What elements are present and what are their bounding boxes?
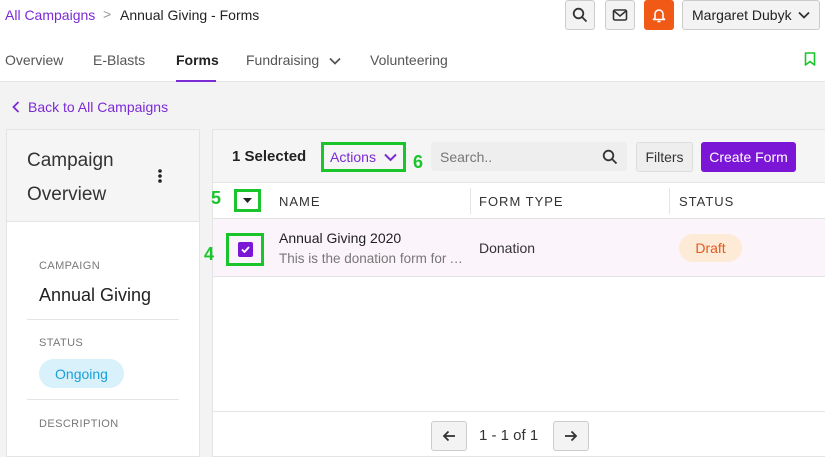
forms-panel: 1 Selected Actions 6 Filters Create Form… — [212, 129, 825, 457]
arrow-left-icon — [442, 430, 455, 442]
tab-forms[interactable]: Forms — [176, 52, 219, 68]
row-checkbox[interactable] — [226, 233, 264, 266]
user-name: Margaret Dubyk — [692, 7, 792, 23]
column-divider — [470, 188, 471, 214]
chevron-down-icon — [384, 153, 397, 161]
divider — [27, 319, 179, 320]
table-row[interactable]: Annual Giving 2020 This is the donation … — [213, 219, 825, 277]
divider — [213, 411, 825, 412]
search-icon[interactable] — [602, 149, 618, 165]
next-page-button[interactable] — [553, 421, 589, 451]
caret-down-icon — [243, 198, 252, 203]
status-badge: Draft — [679, 234, 742, 262]
breadcrumb-all-campaigns[interactable]: All Campaigns — [5, 7, 95, 23]
back-link-label: Back to All Campaigns — [28, 99, 169, 115]
column-header-status[interactable]: STATUS — [679, 194, 734, 209]
bell-icon — [652, 9, 666, 23]
checkbox-checked — [237, 242, 253, 257]
selected-count: 1 Selected — [232, 148, 307, 165]
annotation-number-4: 4 — [204, 244, 215, 264]
column-header-name[interactable]: NAME — [279, 194, 321, 209]
panel-title: Campaign Overview — [27, 150, 114, 205]
back-to-campaigns-link[interactable]: Back to All Campaigns — [12, 99, 168, 115]
search-input[interactable] — [432, 143, 597, 170]
chevron-down-icon — [797, 11, 810, 19]
tab-overview[interactable]: Overview — [5, 52, 63, 68]
user-menu-button[interactable]: Margaret Dubyk — [682, 0, 820, 30]
tab-fundraising[interactable]: Fundraising — [246, 52, 341, 68]
chevron-down-icon — [329, 57, 341, 65]
mail-icon — [612, 9, 628, 21]
breadcrumb-current: Annual Giving - Forms — [120, 7, 260, 23]
description-label: DESCRIPTION — [39, 418, 119, 430]
filters-button[interactable]: Filters — [636, 142, 693, 172]
tab-fundraising-label: Fundraising — [246, 52, 320, 68]
actions-label: Actions — [330, 149, 376, 165]
status-badge: Ongoing — [39, 359, 124, 388]
panel-header: Campaign Overview — [7, 130, 199, 222]
annotation-number-5: 5 — [211, 188, 222, 208]
create-form-button[interactable]: Create Form — [701, 142, 796, 172]
select-all-dropdown[interactable] — [234, 189, 261, 212]
top-bar: All Campaigns > Annual Giving - Forms Ma… — [0, 0, 825, 36]
status-label: STATUS — [39, 337, 84, 349]
notifications-button[interactable] — [644, 0, 674, 30]
search-icon — [572, 7, 588, 23]
tab-bar: Overview E-Blasts Forms Fundraising Volu… — [0, 36, 825, 82]
tab-volunteering[interactable]: Volunteering — [370, 52, 448, 68]
search-box — [431, 142, 627, 171]
previous-page-button[interactable] — [431, 421, 467, 451]
mail-button[interactable] — [605, 0, 635, 30]
column-header-form-type[interactable]: FORM TYPE — [479, 194, 564, 209]
form-description: This is the donation form for Annual Giv… — [279, 251, 469, 266]
check-icon — [240, 246, 250, 253]
active-tab-indicator — [176, 80, 216, 82]
annotation-number-6: 6 — [413, 152, 424, 172]
chevron-left-icon — [12, 101, 20, 113]
bookmark-icon[interactable] — [804, 52, 816, 66]
table-header: NAME FORM TYPE STATUS — [213, 183, 825, 219]
form-name[interactable]: Annual Giving 2020 — [279, 230, 401, 246]
campaign-value: Annual Giving — [39, 285, 152, 305]
actions-dropdown[interactable]: Actions — [321, 142, 406, 172]
breadcrumb-separator: > — [103, 6, 112, 22]
more-vertical-icon[interactable] — [157, 168, 163, 184]
campaign-label: CAMPAIGN — [39, 260, 101, 272]
column-divider — [669, 188, 670, 214]
campaign-overview-panel: Campaign Overview CAMPAIGN Annual Giving… — [6, 129, 200, 457]
pagination-text: 1 - 1 of 1 — [479, 427, 539, 444]
tab-eblasts[interactable]: E-Blasts — [93, 52, 145, 68]
table-toolbar: 1 Selected Actions 6 Filters Create Form — [213, 130, 825, 183]
arrow-right-icon — [565, 430, 578, 442]
search-button[interactable] — [565, 0, 595, 30]
form-type: Donation — [479, 240, 536, 256]
divider — [27, 399, 179, 400]
